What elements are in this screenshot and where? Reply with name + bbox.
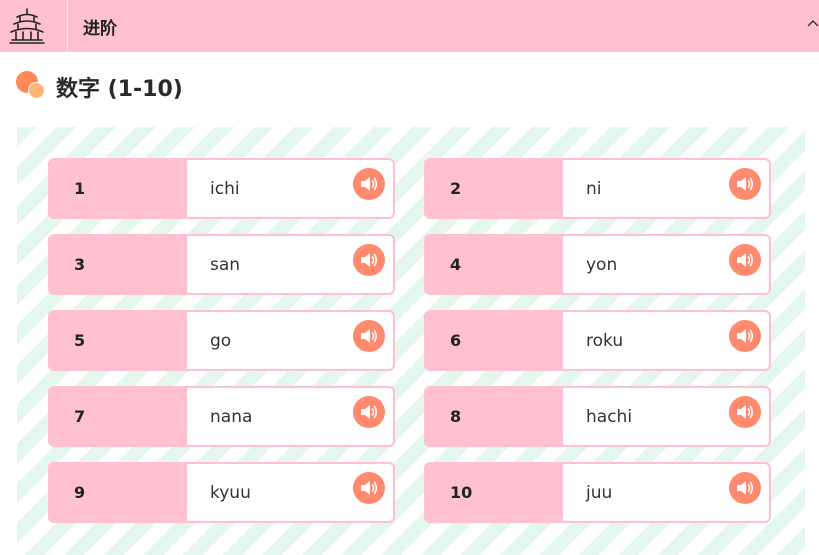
number-card: 7 nana bbox=[48, 386, 395, 447]
number-label: 9 bbox=[50, 464, 187, 521]
number-card: 1 ichi bbox=[48, 158, 395, 219]
speaker-icon[interactable] bbox=[729, 244, 761, 276]
number-label: 6 bbox=[426, 312, 563, 369]
number-label: 10 bbox=[426, 464, 563, 521]
number-card: 6 roku bbox=[424, 310, 771, 371]
number-card: 8 hachi bbox=[424, 386, 771, 447]
number-card: 2 ni bbox=[424, 158, 771, 219]
chevron-up-icon[interactable] bbox=[805, 12, 819, 34]
number-label: 5 bbox=[50, 312, 187, 369]
speaker-icon[interactable] bbox=[353, 472, 385, 504]
header-divider bbox=[67, 0, 68, 52]
section-dots-icon bbox=[16, 71, 48, 103]
number-label: 2 bbox=[426, 160, 563, 217]
number-card: 9 kyuu bbox=[48, 462, 395, 523]
speaker-icon[interactable] bbox=[729, 168, 761, 200]
number-label: 8 bbox=[426, 388, 563, 445]
number-card: 10 juu bbox=[424, 462, 771, 523]
speaker-icon[interactable] bbox=[729, 320, 761, 352]
number-label: 4 bbox=[426, 236, 563, 293]
speaker-icon[interactable] bbox=[353, 396, 385, 428]
number-card: 5 go bbox=[48, 310, 395, 371]
speaker-icon[interactable] bbox=[729, 472, 761, 504]
pagoda-icon[interactable] bbox=[0, 0, 54, 52]
number-label: 7 bbox=[50, 388, 187, 445]
number-label: 3 bbox=[50, 236, 187, 293]
number-label: 1 bbox=[50, 160, 187, 217]
speaker-icon[interactable] bbox=[353, 244, 385, 276]
speaker-icon[interactable] bbox=[729, 396, 761, 428]
section-title: 数字 (1-10) bbox=[56, 77, 183, 102]
speaker-icon[interactable] bbox=[353, 320, 385, 352]
page-title: 进阶 bbox=[83, 19, 117, 39]
numbers-grid: 1 ichi 2 ni 3 san 4 yon 5 go 6 roku 7 nana 8 hachi 9 kyuu… bbox=[17, 127, 805, 555]
top-bar: 进阶 bbox=[0, 0, 819, 52]
number-card: 3 san bbox=[48, 234, 395, 295]
section-header: 数字 (1-10) bbox=[16, 70, 183, 104]
number-card: 4 yon bbox=[424, 234, 771, 295]
speaker-icon[interactable] bbox=[353, 168, 385, 200]
